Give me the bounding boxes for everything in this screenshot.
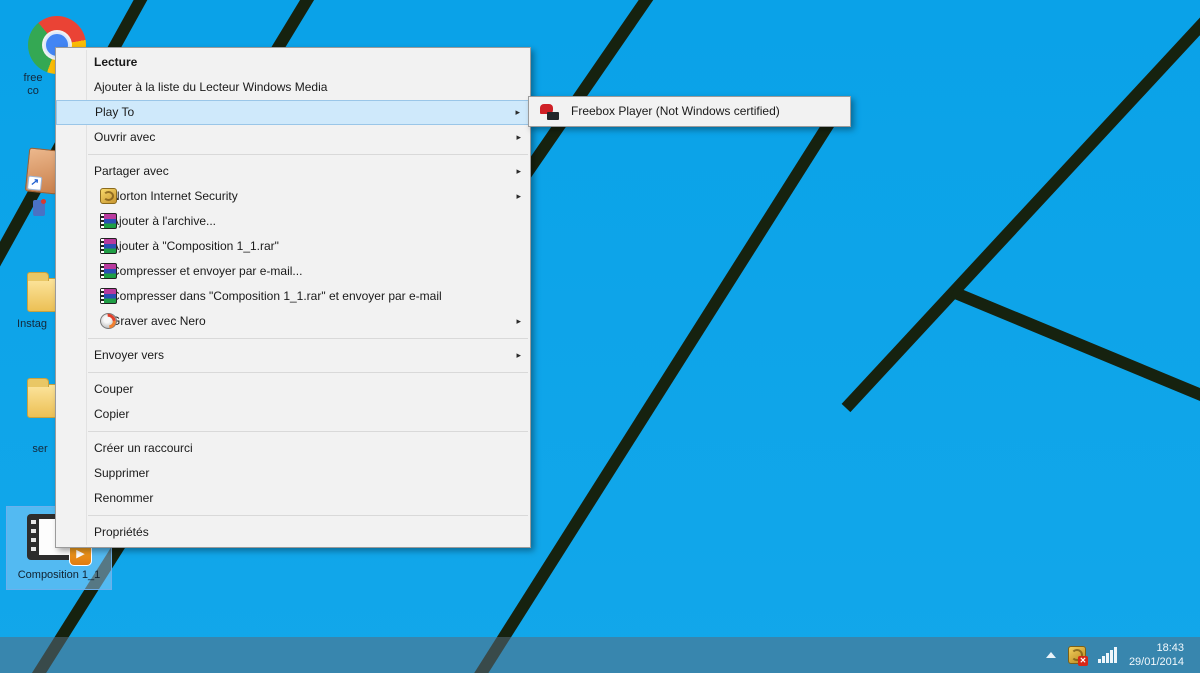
winrar-icon: [100, 238, 117, 254]
winrar-icon: [100, 288, 117, 304]
clock-date: 29/01/2014: [1129, 655, 1184, 669]
menu-item-envoyer-vers[interactable]: Envoyer vers ▸: [56, 343, 530, 368]
desktop-icon-label: Composition 1_1: [7, 569, 111, 582]
submenu-item-freebox-player[interactable]: Freebox Player (Not Windows certified): [531, 99, 848, 124]
menu-item-compresser-et-envoyer-par-e-mail[interactable]: Compresser et envoyer par e-mail...: [56, 259, 530, 284]
desktop-icon-label: Instag: [2, 318, 62, 331]
submenu-arrow-icon: ▸: [516, 184, 521, 208]
menu-item-label: Lecture: [94, 55, 137, 69]
menu-item-label: Norton Internet Security: [111, 189, 238, 203]
taskbar-clock[interactable]: 18:43 29/01/2014: [1129, 641, 1184, 669]
menu-separator: [88, 515, 528, 516]
menu-item-ajouter-a-la-liste-du-lecteur-windows-media[interactable]: Ajouter à la liste du Lecteur Windows Me…: [56, 75, 530, 100]
menu-item-ajouter-a-l-archive[interactable]: Ajouter à l'archive...: [56, 209, 530, 234]
menu-item-creer-un-raccourci[interactable]: Créer un raccourci: [56, 436, 530, 461]
menu-item-copier[interactable]: Copier: [56, 402, 530, 427]
network-signal-icon[interactable]: [1098, 647, 1117, 663]
menu-item-label: Copier: [94, 407, 129, 421]
winrar-icon: [100, 263, 117, 279]
show-hidden-icons-icon[interactable]: [1046, 652, 1056, 658]
menu-item-label: Partager avec: [94, 164, 169, 178]
menu-item-label: Supprimer: [94, 466, 149, 480]
menu-item-partager-avec[interactable]: Partager avec ▸: [56, 159, 530, 184]
menu-item-label: Ajouter à l'archive...: [111, 214, 216, 228]
menu-separator: [88, 154, 528, 155]
submenu-arrow-icon: ▸: [515, 101, 520, 123]
menu-item-label: Compresser dans "Composition 1_1.rar" et…: [111, 289, 442, 303]
menu-item-norton-internet-security[interactable]: Norton Internet Security ▸: [56, 184, 530, 209]
nero-icon: [100, 313, 117, 329]
menu-item-couper[interactable]: Couper: [56, 377, 530, 402]
menu-item-supprimer[interactable]: Supprimer: [56, 461, 530, 486]
small-app-icon: [33, 200, 45, 216]
system-tray: ✕ 18:43 29/01/2014: [1046, 637, 1184, 673]
menu-item-label: Ajouter à "Composition 1_1.rar": [111, 239, 279, 253]
taskbar: ✕ 18:43 29/01/2014: [0, 637, 1200, 673]
menu-item-label: Ajouter à la liste du Lecteur Windows Me…: [94, 80, 327, 94]
menu-item-label: Créer un raccourci: [94, 441, 193, 455]
norton-tray-icon[interactable]: ✕: [1068, 646, 1086, 664]
menu-item-label: Couper: [94, 382, 133, 396]
clock-time: 18:43: [1129, 641, 1184, 655]
menu-item-label: Envoyer vers: [94, 348, 164, 362]
menu-item-compresser-dans-composition-1-1-rar-et-envoyer-par-e-mail[interactable]: Compresser dans "Composition 1_1.rar" et…: [56, 284, 530, 309]
norton-icon: [100, 188, 117, 204]
submenu-arrow-icon: ▸: [516, 343, 521, 367]
play-to-submenu: Freebox Player (Not Windows certified): [528, 96, 851, 127]
norton-alert-badge: ✕: [1078, 656, 1088, 666]
menu-item-label: Ouvrir avec: [94, 130, 155, 144]
context-menu: Lecture Ajouter à la liste du Lecteur Win…: [55, 47, 531, 548]
menu-separator: [88, 338, 528, 339]
submenu-arrow-icon: ▸: [516, 309, 521, 333]
menu-item-label: Compresser et envoyer par e-mail...: [111, 264, 302, 278]
menu-item-lecture[interactable]: Lecture: [56, 50, 530, 75]
submenu-item-label: Freebox Player (Not Windows certified): [571, 104, 780, 118]
menu-separator: [88, 431, 528, 432]
menu-item-play-to[interactable]: Play To ▸: [56, 100, 530, 125]
menu-item-proprietes[interactable]: Propriétés: [56, 520, 530, 545]
menu-item-renommer[interactable]: Renommer: [56, 486, 530, 511]
menu-item-label: Play To: [95, 105, 134, 119]
desktop: { "desktop": { "icons": { "chrome_shortc…: [0, 0, 1200, 673]
freebox-player-icon: [540, 104, 559, 120]
desktop-icon-small[interactable]: [33, 200, 45, 216]
menu-item-label: Renommer: [94, 491, 153, 505]
menu-item-label: Propriétés: [94, 525, 149, 539]
shortcut-arrow-icon: ↗: [27, 176, 42, 191]
menu-item-ajouter-a-composition-1-1-rar[interactable]: Ajouter à "Composition 1_1.rar": [56, 234, 530, 259]
submenu-arrow-icon: ▸: [516, 125, 521, 149]
winrar-icon: [100, 213, 117, 229]
menu-item-label: Graver avec Nero: [111, 314, 206, 328]
menu-separator: [88, 372, 528, 373]
menu-item-ouvrir-avec[interactable]: Ouvrir avec ▸: [56, 125, 530, 150]
submenu-arrow-icon: ▸: [516, 159, 521, 183]
menu-item-graver-avec-nero[interactable]: Graver avec Nero ▸: [56, 309, 530, 334]
